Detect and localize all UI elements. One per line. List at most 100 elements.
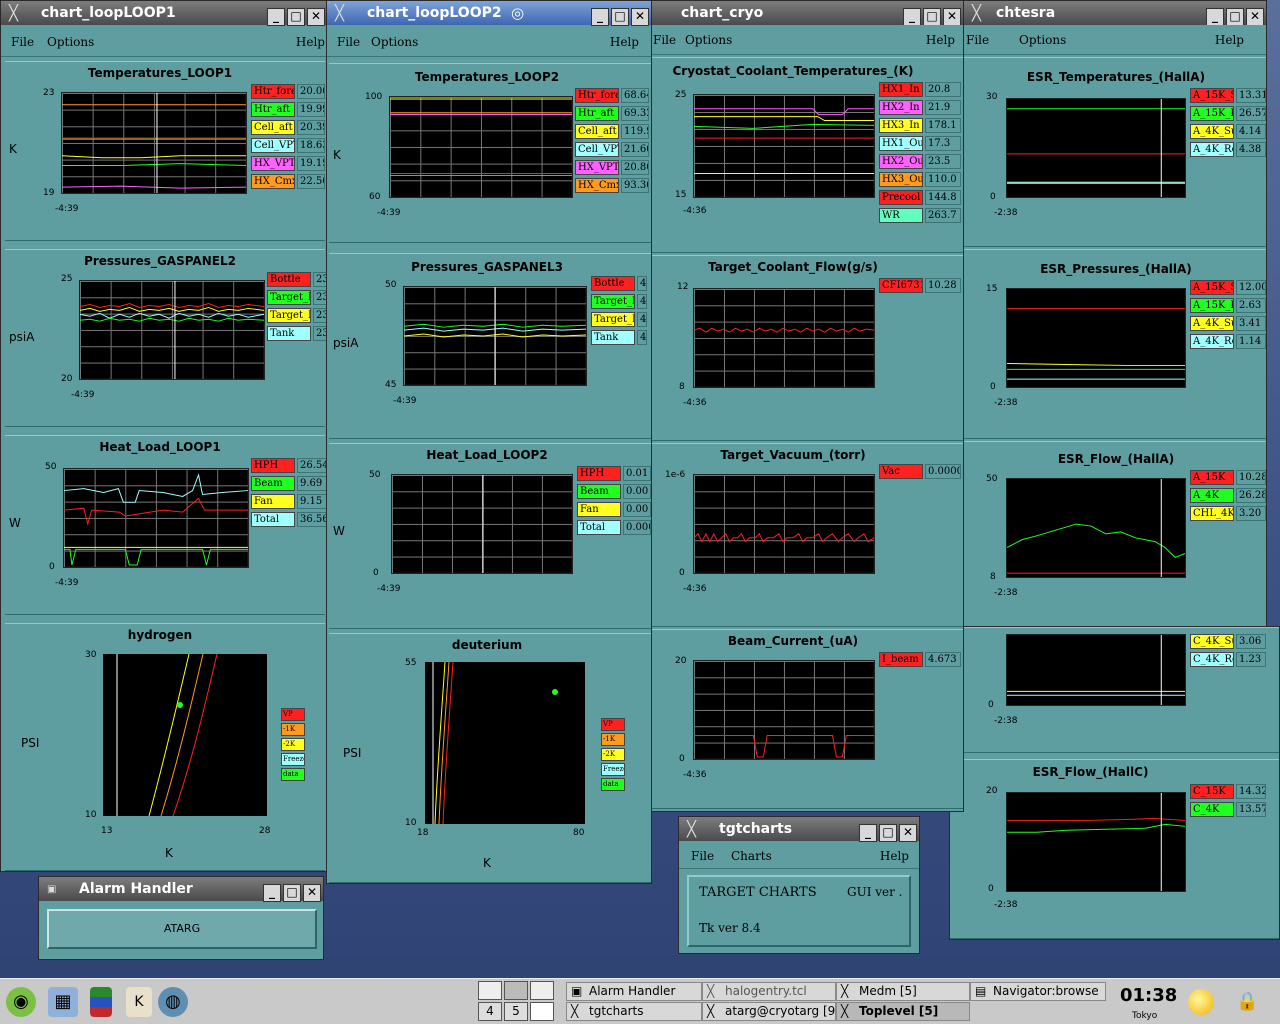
panel-title: Beam_Current_(uA) — [727, 634, 859, 648]
alarm-titlebar[interactable]: ▣ Alarm Handler _ □ ✕ — [39, 877, 323, 902]
legend-value: 20.39 — [297, 120, 325, 135]
menu-options[interactable]: Options — [1019, 25, 1066, 55]
desktop-4[interactable]: 4 — [478, 1002, 502, 1021]
task-toplevel[interactable]: ╳ Toplevel [5] — [836, 1002, 970, 1021]
legend-label: Beam — [577, 484, 621, 499]
legend-label: C_4K — [1190, 802, 1234, 817]
y-min: 60 — [369, 192, 381, 202]
minimize-button[interactable]: _ — [263, 884, 281, 902]
desktop-1[interactable] — [478, 981, 502, 1000]
temps-trace — [62, 93, 246, 193]
minimize-button[interactable]: _ — [903, 8, 921, 26]
hydrogen-panel: hydrogen PSI K 30 10 13 28 VP -1K -2K Freez… — [5, 623, 325, 871]
hallc-partial-trace — [1007, 635, 1185, 705]
close-button[interactable]: ✕ — [1246, 8, 1264, 26]
close-button[interactable]: ✕ — [943, 8, 961, 26]
minimize-button[interactable]: _ — [267, 8, 285, 26]
x-logo-icon: ╳ — [687, 820, 697, 838]
browser-globe-icon[interactable]: ◍ — [158, 987, 188, 1017]
legend-label: Bottle — [591, 276, 635, 291]
maximize-button[interactable]: □ — [1226, 8, 1244, 26]
menu-file[interactable]: File — [966, 25, 989, 55]
menu-file[interactable]: File — [653, 25, 676, 55]
task-alarm-handler[interactable]: ▣ Alarm Handler — [566, 982, 702, 1001]
menu-options[interactable]: Options — [685, 25, 732, 55]
chtesra-titlebar[interactable]: ╳ chtesra _ □ ✕ — [964, 1, 1266, 26]
task-medm[interactable]: ╳ Medm [5] — [836, 982, 970, 1001]
legend-label: Precool — [879, 190, 923, 205]
close-button[interactable]: ✕ — [631, 8, 649, 26]
y-min: 8 — [990, 572, 996, 582]
desktop-3[interactable] — [530, 981, 554, 1000]
weather-sun-icon[interactable] — [1188, 989, 1214, 1015]
menu-options[interactable]: Options — [371, 27, 418, 57]
maximize-button[interactable]: □ — [287, 8, 305, 26]
legend-label: HX1_Out — [879, 136, 923, 151]
minimize-button[interactable]: _ — [1206, 8, 1224, 26]
menu-options[interactable]: Options — [47, 27, 94, 57]
app-launcher-icon[interactable] — [90, 987, 112, 1017]
chart-loop1-titlebar[interactable]: ╳ chart_loopLOOP1 _ □ ✕ — [1, 1, 327, 26]
x-tick: -2:38 — [994, 398, 1018, 408]
atarg-button[interactable]: ATARG — [47, 909, 317, 949]
menu-file[interactable]: File — [11, 27, 34, 57]
swirl-icon: ◎ — [511, 4, 525, 22]
chart-loop2-titlebar[interactable]: ╳ chart_loopLOOP2 ◎ _ □ ✕ — [327, 1, 651, 26]
legend-label: HPH — [251, 458, 295, 473]
tgtcharts-window: ╳ tgtcharts _ □ ✕ File Charts Help TARGET … — [678, 816, 920, 954]
x-label: K — [165, 846, 173, 860]
menu-help[interactable]: Help — [296, 27, 325, 57]
menu-charts[interactable]: Charts — [731, 843, 772, 869]
phase-legend-item: -2K — [281, 738, 305, 751]
lock-icon[interactable]: 🔒 — [1236, 991, 1258, 1013]
y-min: 20 — [61, 374, 73, 384]
maximize-button[interactable]: □ — [879, 824, 897, 842]
start-menu-icon[interactable]: ◉ — [6, 987, 36, 1017]
task-tgtcharts[interactable]: ╳ tgtcharts — [566, 1002, 702, 1021]
task-terminal[interactable]: ╳ atarg@cryotarg [9 — [702, 1002, 836, 1021]
task-halogentry[interactable]: ╳ halogentry.tcl — [702, 982, 836, 1001]
legend-value: 3.06 — [1236, 634, 1266, 649]
image-viewer-icon[interactable]: ▦ — [48, 987, 78, 1017]
desktop-5[interactable]: 5 — [504, 1002, 528, 1021]
maximize-button[interactable]: □ — [283, 884, 301, 902]
window-title: chart_cryo — [681, 5, 764, 21]
minimize-button[interactable]: _ — [591, 8, 609, 26]
legend-value: 17.3 — [925, 136, 961, 151]
maximize-button[interactable]: □ — [923, 8, 941, 26]
desktop-6[interactable] — [530, 1002, 554, 1021]
legend-value: 69.32 — [621, 106, 649, 121]
minimize-button[interactable]: _ — [859, 824, 877, 842]
y-unit: psiA — [333, 336, 359, 350]
desktop-2[interactable] — [504, 981, 528, 1000]
legend-value: 47 — [637, 294, 647, 309]
close-button[interactable]: ✕ — [303, 884, 321, 902]
menu-help[interactable]: Help — [880, 843, 909, 869]
plot-area — [693, 660, 875, 760]
y-unit: W — [9, 516, 21, 530]
y-min: 10 — [85, 810, 97, 820]
menu-help[interactable]: Help — [610, 27, 639, 57]
chart-cryo-titlebar[interactable]: chart_cryo _ □ ✕ — [651, 1, 963, 26]
task-navigator[interactable]: ▤ Navigator:browse — [970, 982, 1106, 1001]
menu-help[interactable]: Help — [926, 25, 955, 55]
office-icon[interactable]: K — [126, 987, 152, 1017]
vacuum-panel: Target_Vacuum_(torr) 1e-6 0 -4:36 Vac 0.0… — [651, 443, 963, 627]
close-button[interactable]: ✕ — [899, 824, 917, 842]
clock-time[interactable]: 01:38 — [1120, 985, 1177, 1006]
x-min: 13 — [101, 826, 113, 836]
esr-temps-trace — [1007, 99, 1185, 197]
esr-flow-trace — [1007, 479, 1185, 577]
menu-file[interactable]: File — [691, 843, 714, 869]
pressures-panel: Pressures_GASPANEL3 psiA 50 45 -4:39 Bot… — [329, 253, 651, 439]
close-button[interactable]: ✕ — [307, 8, 325, 26]
window-title: tgtcharts — [719, 821, 793, 837]
menu-file[interactable]: File — [337, 27, 360, 57]
menu-help[interactable]: Help — [1215, 25, 1244, 55]
legend-value: 3.41 — [1236, 316, 1266, 331]
menubar: File Options Help — [327, 27, 651, 57]
tgtcharts-titlebar[interactable]: ╳ tgtcharts _ □ ✕ — [679, 817, 919, 842]
plot-area — [61, 92, 247, 194]
y-max: 30 — [986, 92, 998, 102]
maximize-button[interactable]: □ — [611, 8, 629, 26]
